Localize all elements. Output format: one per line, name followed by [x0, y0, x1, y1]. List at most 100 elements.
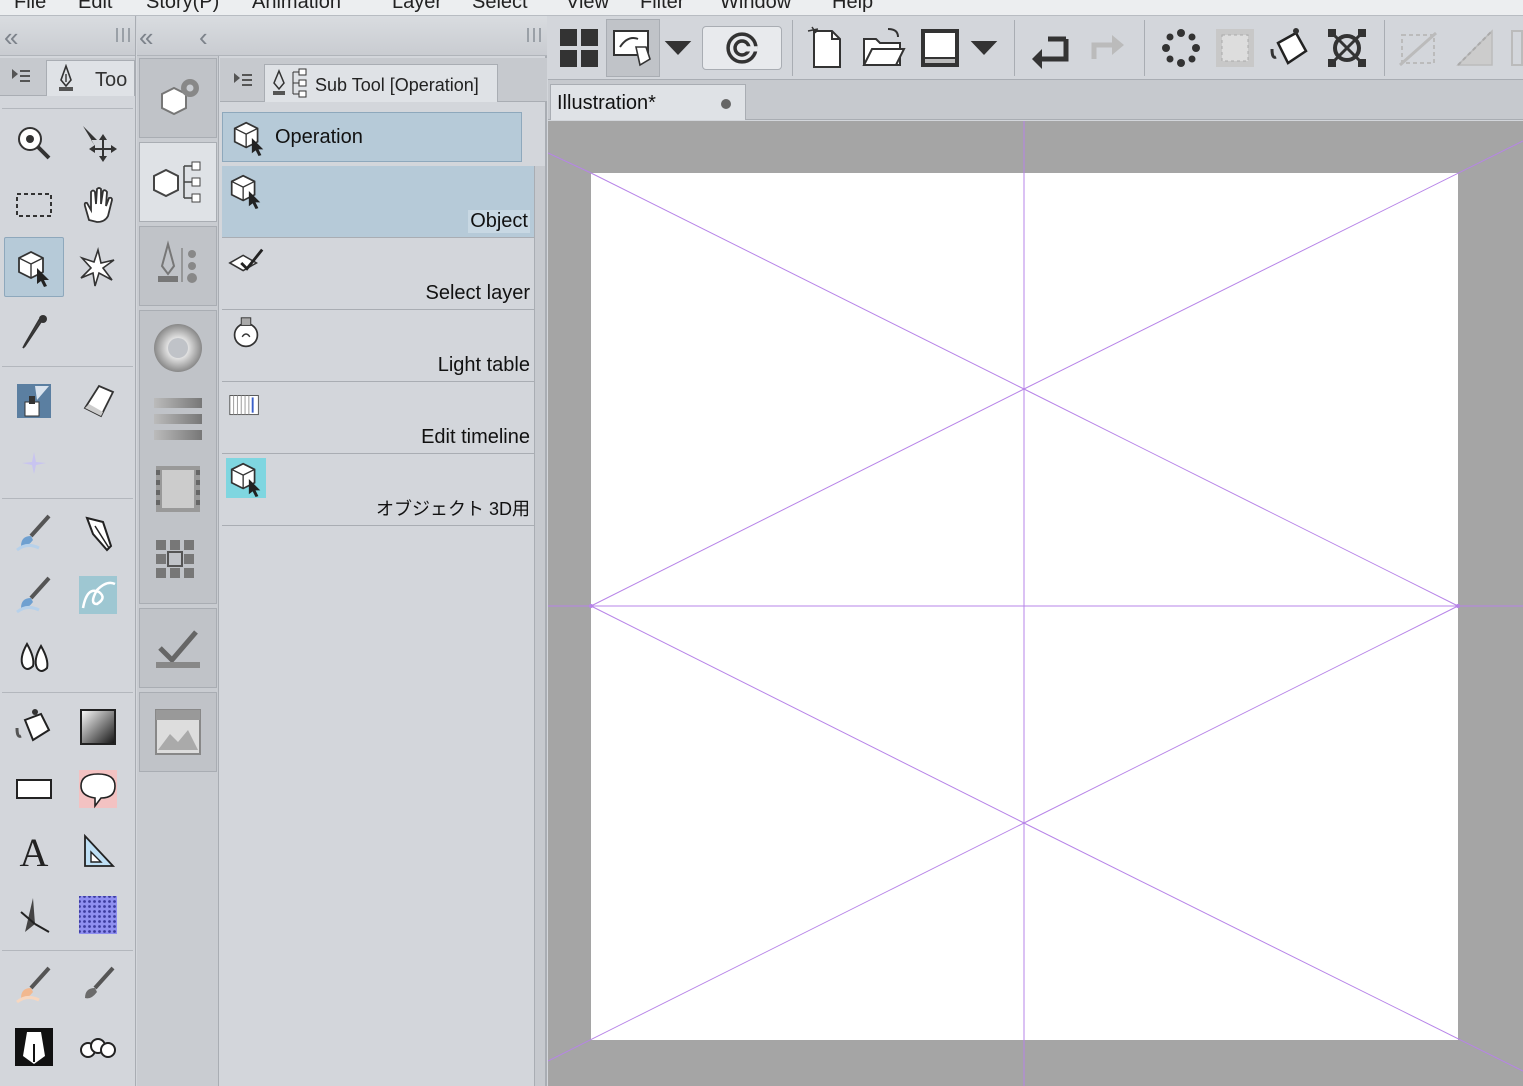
guide-handle[interactable]	[589, 604, 593, 608]
close-tab-icon[interactable]	[721, 99, 731, 109]
menu-file[interactable]: File	[14, 0, 46, 14]
subtool-scrollbar[interactable]	[534, 166, 545, 1086]
tool-tab[interactable]: Too	[46, 60, 135, 96]
decoration-brush-tool-button[interactable]	[68, 565, 128, 625]
collapse-left-icon[interactable]: «	[139, 22, 153, 53]
menu-bar: File Edit Story(P) Animation Layer Selec…	[0, 0, 1523, 16]
dropdown-arrow-icon	[664, 40, 692, 56]
navigator-category[interactable]	[139, 692, 217, 772]
tone-tool-button[interactable]	[68, 885, 128, 945]
hand-tool-button[interactable]	[68, 175, 128, 235]
pen-nib-tool-button[interactable]	[68, 503, 128, 563]
layer-property-category[interactable]	[139, 608, 217, 688]
tool-property-category[interactable]	[139, 58, 217, 138]
tool-palette: « Too A	[0, 16, 136, 1086]
chevron-left-icon[interactable]: ‹	[199, 22, 208, 53]
subtool-item-object-3d[interactable]: オブジェクト 3D用	[222, 454, 534, 526]
clip-studio-button[interactable]	[702, 26, 782, 70]
subtool-tree-icon	[153, 161, 201, 203]
menu-story[interactable]: Story(P)	[146, 0, 219, 14]
collapse-left-icon[interactable]: «	[4, 22, 18, 53]
subtool-collapse-bar: « ‹	[137, 16, 547, 56]
fill-button[interactable]	[1264, 19, 1318, 77]
save-button[interactable]	[914, 19, 966, 77]
eraser-icon	[83, 384, 115, 418]
eyedropper-tool-button[interactable]	[4, 301, 64, 361]
fill-tool-button[interactable]	[4, 697, 64, 757]
redo-button[interactable]	[1080, 19, 1134, 77]
pen-settings-icon	[158, 240, 197, 283]
snap-ruler-button[interactable]	[1448, 19, 1502, 77]
blend-tool-button[interactable]	[4, 627, 64, 687]
frame-tool-button[interactable]	[4, 885, 64, 945]
auto-select-tool-button[interactable]	[68, 237, 128, 297]
text-tool-button[interactable]: A	[4, 821, 64, 881]
companion-mode-button[interactable]	[606, 19, 660, 77]
canvas-area[interactable]	[548, 121, 1523, 1086]
open-file-button[interactable]	[856, 19, 910, 77]
menu-window[interactable]: Window	[720, 0, 791, 14]
text-a-icon: A	[20, 830, 49, 872]
correction-brush-button[interactable]	[4, 955, 64, 1015]
guide-handle[interactable]	[1456, 604, 1460, 608]
menu-help[interactable]: Help	[832, 0, 873, 14]
subtool-group-operation[interactable]: Operation	[222, 112, 522, 162]
balloon-tool-button[interactable]	[68, 759, 128, 819]
hide-selection-button[interactable]	[1392, 19, 1446, 77]
more-toolbar-button[interactable]	[1506, 19, 1523, 77]
gradient-tool-button[interactable]	[68, 697, 128, 757]
menu-view[interactable]: View	[566, 0, 609, 14]
eraser-tool-button[interactable]	[68, 371, 128, 431]
undo-button[interactable]	[1026, 19, 1080, 77]
palette-menu-icon[interactable]	[12, 68, 30, 84]
subtool-item-select-layer[interactable]: Select layer	[222, 238, 534, 310]
brush-tool-button[interactable]	[4, 503, 64, 563]
bucket-icon	[1270, 28, 1308, 65]
selection-tool-button[interactable]	[4, 175, 64, 235]
grip-icon[interactable]	[116, 28, 130, 42]
workspace-button[interactable]	[552, 19, 606, 77]
toolbar-separator	[1014, 20, 1015, 76]
clip-studio-icon	[726, 32, 758, 64]
save-dropdown[interactable]	[966, 19, 1002, 77]
zoom-tool-button[interactable]	[4, 113, 64, 173]
menu-animation[interactable]: Animation	[252, 0, 341, 14]
subtool-category[interactable]	[139, 142, 217, 222]
subtool-item-light-table[interactable]: Light table	[222, 310, 534, 382]
vector-pen-button[interactable]	[4, 1017, 64, 1077]
snap-ruler-icon	[1456, 29, 1493, 66]
toolbar-separator	[1384, 20, 1385, 76]
grip-icon[interactable]	[527, 28, 541, 42]
menu-select[interactable]: Select	[472, 0, 528, 14]
dot-tone-icon	[79, 896, 117, 934]
smudge-brush-button[interactable]	[68, 955, 128, 1015]
ruler-tool-button[interactable]	[68, 821, 128, 881]
panel-menu-icon[interactable]	[234, 72, 252, 88]
airbrush-tool-button[interactable]	[4, 565, 64, 625]
new-file-button[interactable]	[800, 19, 854, 77]
pen-tool-icon	[17, 384, 51, 418]
pen-ruler-tool-button[interactable]	[4, 371, 64, 431]
vector-pen-icon	[15, 1028, 53, 1066]
companion-dropdown[interactable]	[660, 19, 696, 77]
clear-outside-selection-button[interactable]	[1208, 19, 1262, 77]
hide-selection-icon	[1399, 31, 1437, 67]
operation-tool-button[interactable]	[4, 237, 64, 297]
object-3d-icon	[226, 458, 266, 498]
brush-settings-category[interactable]	[139, 226, 217, 306]
canvas-tab-illustration[interactable]: Illustration*	[550, 84, 746, 120]
line-correction-button[interactable]	[68, 1017, 128, 1077]
subtool-item-edit-timeline[interactable]: Edit timeline	[222, 382, 534, 454]
menu-layer[interactable]: Layer	[392, 0, 442, 14]
figure-tool-button[interactable]	[4, 759, 64, 819]
timeline-icon	[229, 395, 259, 416]
clear-button[interactable]	[1154, 19, 1208, 77]
subtool-item-object[interactable]: Object	[222, 166, 534, 238]
scatter-dots-icon	[1162, 29, 1200, 67]
menu-edit[interactable]: Edit	[78, 0, 112, 14]
decoration-tool-button[interactable]	[4, 433, 64, 493]
move-tool-button[interactable]	[68, 113, 128, 173]
subtool-tab[interactable]: Sub Tool [Operation]	[264, 64, 498, 102]
menu-filter[interactable]: Filter	[640, 0, 684, 14]
transform-button[interactable]	[1320, 19, 1374, 77]
